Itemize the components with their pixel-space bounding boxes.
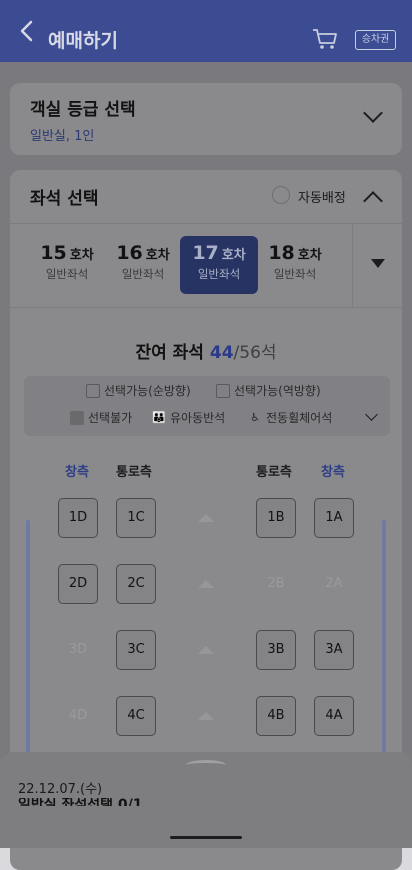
car-number: 17 [192,242,219,264]
legend-wheelchair-label: 전동휠체어석 [266,411,333,425]
car-type: 일반좌석 [45,267,89,281]
seat-2C[interactable]: 2C [116,564,156,604]
legend-forward: 선택가능(순방향) [86,382,191,399]
back-arrow-icon[interactable] [16,18,38,44]
seat-3A[interactable]: 3A [314,630,354,670]
car-unit: 호차 [297,248,322,263]
seat-4C[interactable]: 4C [116,696,156,736]
car-type: 일반좌석 [273,267,317,281]
seat-4B[interactable]: 4B [256,696,296,736]
column-label-aisle-left: 통로측 [116,465,152,480]
unavailable-seat-icon [70,410,84,425]
chevron-down-icon[interactable] [363,103,383,123]
legend-infant-label: 유아동반석 [170,411,226,425]
total-seats: /56석 [233,343,277,363]
legend-unavailable: 선택불가 [70,409,132,426]
content-area: 객실 등급 선택 일반실, 1인 좌석 선택 자동배정 15 호차 일반좌석 16… [0,62,412,870]
cart-icon[interactable] [312,28,338,50]
forward-seat-icon [86,383,100,398]
seat-3D: 3D [58,630,98,670]
legend-unavailable-label: 선택불가 [88,411,133,425]
column-label-window-right: 창측 [321,465,345,480]
remaining-count: 44 [209,343,234,363]
remaining-label: 잔여 좌석 [135,343,204,363]
car-type: 일반좌석 [121,267,165,281]
auto-assign-label[interactable]: 자동배정 [298,187,346,206]
car-tab-18[interactable]: 18 호차 일반좌석 [256,236,334,294]
class-select-title: 객실 등급 선택 [30,100,136,120]
column-label-window-left: 창측 [65,465,89,480]
direction-arrow-icon [198,712,214,720]
left-rail [26,520,30,756]
home-indicator [170,836,242,839]
sheet-handle-icon[interactable] [186,760,226,770]
direction-arrow-icon [198,646,214,654]
legend-forward-label: 선택가능(순방향) [104,384,191,398]
triangle-down-icon [371,259,385,268]
seat-1D[interactable]: 1D [58,498,98,538]
legend-reverse: 선택가능(역방향) [216,382,321,399]
seat-3C[interactable]: 3C [116,630,156,670]
seat-2D[interactable]: 2D [58,564,98,604]
car-number: 16 [116,242,143,264]
car-unit: 호차 [69,248,94,263]
direction-arrow-icon [198,514,214,522]
car-number: 18 [268,242,295,264]
selection-summary: 일반실 좌석선택 0/1 [18,798,143,806]
column-label-aisle-right: 통로측 [256,465,292,480]
seat-1A[interactable]: 1A [314,498,354,538]
bottom-sheet[interactable]: 22.12.07.(수) 일반실 좌석선택 0/1 [0,752,412,848]
car-tab-16[interactable]: 16 호차 일반좌석 [104,236,182,294]
car-number: 15 [40,242,67,264]
seat-3B[interactable]: 3B [256,630,296,670]
legend-reverse-label: 선택가능(역방향) [234,384,321,398]
legend-infant: 👪 유아동반석 [152,409,225,426]
seat-1C[interactable]: 1C [116,498,156,538]
infant-icon: 👪 [152,410,166,424]
car-unit: 호차 [221,248,246,263]
class-select-value: 일반실, 1인 [30,129,95,144]
car-list-dropdown[interactable] [352,224,402,307]
seat-4D: 4D [58,696,98,736]
car-unit: 호차 [145,248,170,263]
app-bar: 예매하기 승차권 [0,0,412,62]
remaining-seats: 잔여 좌석 44/56석 [10,338,402,363]
car-tab-17[interactable]: 17 호차 일반좌석 [180,236,258,294]
auto-assign-checkbox-icon[interactable] [272,186,290,204]
seat-2A: 2A [314,564,354,604]
seat-1B[interactable]: 1B [256,498,296,538]
seat-legend: 선택가능(순방향) 선택가능(역방향) 선택불가 👪 유아동반석 ♿ 전동휠체어… [24,376,390,436]
seat-2B: 2B [256,564,296,604]
wheelchair-icon: ♿ [250,410,260,424]
chevron-up-icon[interactable] [363,191,383,211]
legend-expand-chevron-icon[interactable] [365,408,378,421]
seat-select-title: 좌석 선택 [30,189,99,209]
right-rail [382,520,386,756]
car-tab-15[interactable]: 15 호차 일반좌석 [28,236,106,294]
reverse-seat-icon [216,383,230,398]
car-type: 일반좌석 [197,267,241,281]
legend-wheelchair: ♿ 전동휠체어석 [248,409,332,426]
class-select-card[interactable]: 객실 등급 선택 일반실, 1인 [10,83,402,155]
travel-date: 22.12.07.(수) [18,782,103,797]
seat-4A[interactable]: 4A [314,696,354,736]
page-title: 예매하기 [48,30,118,52]
ticket-button[interactable]: 승차권 [355,30,396,50]
car-selector: 15 호차 일반좌석 16 호차 일반좌석 17 호차 일반좌석 18 호차 일반좌석 [10,224,402,308]
direction-arrow-icon [198,580,214,588]
